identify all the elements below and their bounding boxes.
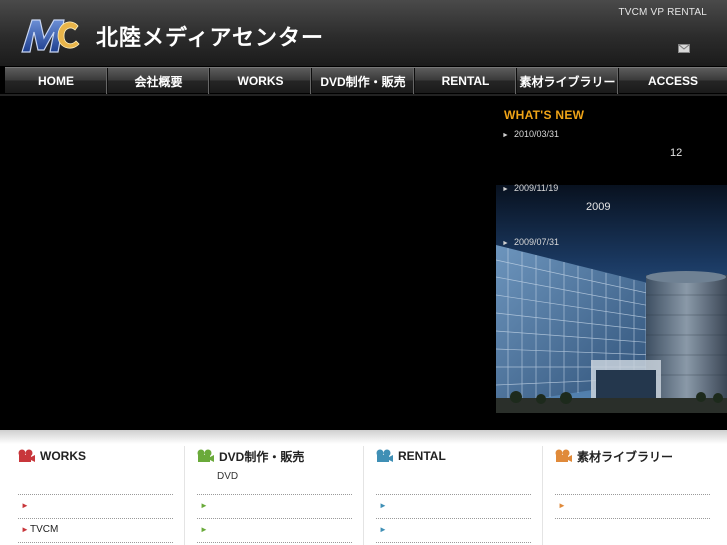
dvd-column: DVD制作・販売 DVD ► ► — [197, 444, 352, 545]
triangle-right-icon: ► — [379, 525, 387, 534]
dotted-divider — [18, 542, 173, 543]
nav-dvd[interactable]: DVD制作・販売 — [312, 68, 415, 94]
mail-icon[interactable] — [678, 44, 690, 53]
works-column: WORKS ► ► TVCM — [18, 444, 173, 545]
news-item[interactable]: ► 2010/03/31 — [502, 129, 559, 139]
dotted-divider — [376, 494, 531, 495]
triangle-right-icon: ► — [502, 240, 509, 247]
library-column: 素材ライブラリー ► — [555, 444, 710, 545]
rental-column: RENTAL ► ► — [376, 444, 531, 545]
news-date: 2010/03/31 — [513, 129, 559, 139]
video-camera-icon — [555, 449, 572, 462]
nav-access[interactable]: ACCESS — [619, 68, 727, 94]
section-shadow — [0, 430, 727, 444]
news-item[interactable]: ► 2009/07/31 — [502, 237, 559, 247]
header: 北陸メディアセンター TVCM VP RENTAL — [0, 0, 727, 66]
column-divider — [184, 446, 185, 545]
triangle-right-icon: ► — [200, 525, 208, 534]
triangle-right-icon: ► — [21, 501, 29, 510]
nav-rental[interactable]: RENTAL — [415, 68, 517, 94]
dotted-divider — [197, 542, 352, 543]
column-link[interactable]: TVCM — [30, 524, 58, 535]
video-camera-icon — [376, 449, 393, 462]
column-header[interactable]: WORKS — [18, 448, 86, 464]
triangle-right-icon: ► — [379, 501, 387, 510]
building-photo — [496, 185, 727, 413]
video-camera-icon — [197, 449, 214, 462]
dotted-divider — [376, 518, 531, 519]
column-title: RENTAL — [398, 449, 446, 463]
news-item[interactable]: ► 2009/11/19 — [502, 183, 558, 193]
video-camera-icon — [18, 449, 35, 462]
column-divider — [363, 446, 364, 545]
column-header[interactable]: 素材ライブラリー — [555, 448, 673, 464]
dotted-divider — [18, 494, 173, 495]
column-title: DVD制作・販売 — [219, 449, 305, 464]
column-divider — [542, 446, 543, 545]
triangle-right-icon: ► — [502, 186, 509, 193]
column-title: WORKS — [40, 449, 86, 463]
site-title[interactable]: 北陸メディアセンター — [96, 20, 324, 52]
dotted-divider — [197, 518, 352, 519]
triangle-right-icon: ► — [558, 501, 566, 510]
nav-company[interactable]: 会社概要 — [108, 68, 210, 94]
triangle-right-icon: ► — [200, 501, 208, 510]
top-links[interactable]: TVCM VP RENTAL — [618, 7, 707, 18]
nav-home[interactable]: HOME — [5, 68, 108, 94]
dotted-divider — [555, 518, 710, 519]
triangle-right-icon: ► — [502, 132, 509, 139]
whats-new-title: WHAT'S NEW — [504, 108, 585, 122]
triangle-right-icon: ► — [21, 525, 29, 534]
column-title: 素材ライブラリー — [577, 449, 674, 464]
column-subtitle[interactable]: DVD — [217, 471, 238, 482]
column-header[interactable]: DVD制作・販売 — [197, 448, 304, 464]
news-text[interactable]: 2009 — [586, 201, 610, 213]
logo-mark-icon[interactable] — [18, 16, 82, 56]
news-date: 2009/07/31 — [513, 237, 559, 247]
nav-works[interactable]: WORKS — [210, 68, 312, 94]
news-date: 2009/11/19 — [513, 183, 559, 193]
dotted-divider — [555, 494, 710, 495]
dotted-divider — [197, 494, 352, 495]
column-header[interactable]: RENTAL — [376, 448, 446, 464]
dotted-divider — [376, 542, 531, 543]
dotted-divider — [18, 518, 173, 519]
nav-library[interactable]: 素材ライブラリー — [517, 68, 619, 94]
main-nav: HOME 会社概要 WORKS DVD制作・販売 RENTAL 素材ライブラリー… — [5, 67, 727, 94]
news-text[interactable]: 12 — [670, 147, 682, 159]
